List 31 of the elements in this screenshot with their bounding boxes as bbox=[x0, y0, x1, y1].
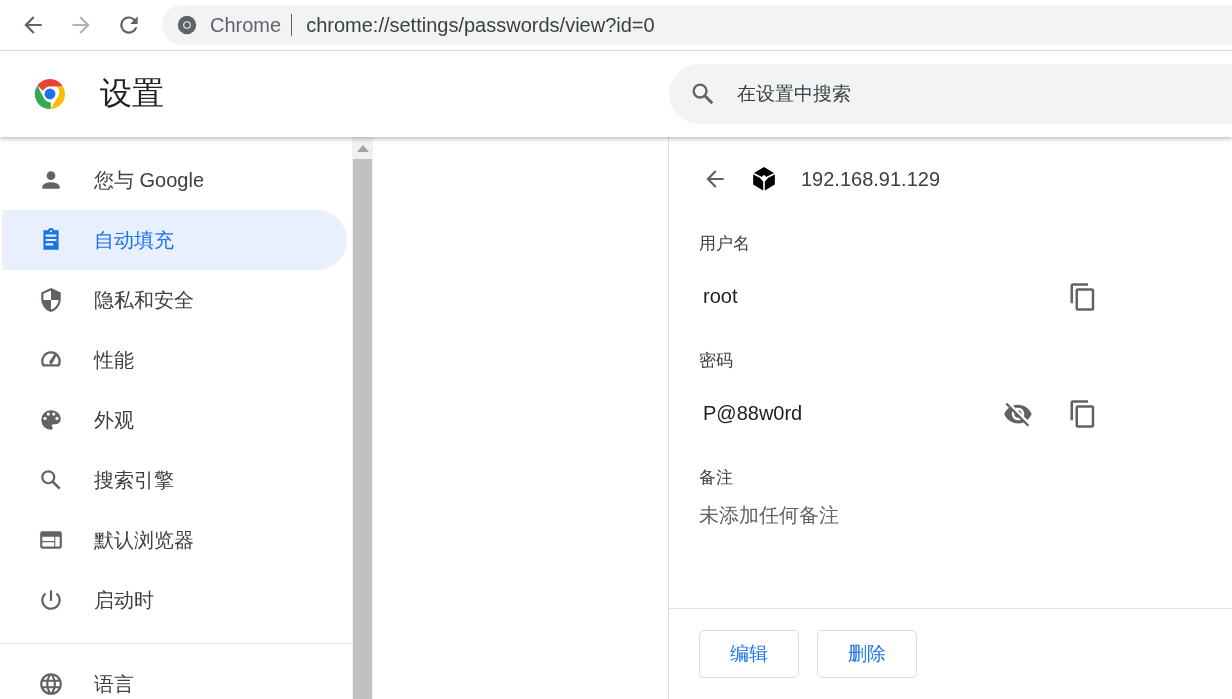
chrome-logo-icon bbox=[32, 76, 68, 112]
sidebar-item[interactable]: 自动填充 bbox=[2, 210, 347, 270]
search-field[interactable]: 在设置中搜索 bbox=[669, 64, 1232, 124]
site-title: 192.168.91.129 bbox=[801, 167, 941, 191]
sidebar-item[interactable]: 搜索引擎 bbox=[2, 450, 347, 510]
sidebar-item[interactable]: 启动时 bbox=[2, 570, 347, 630]
power-icon bbox=[38, 587, 64, 613]
field-label: 用户名 bbox=[699, 233, 751, 255]
password-value: P@88w0rd bbox=[702, 402, 804, 425]
shield-icon bbox=[38, 287, 64, 313]
sidebar-item[interactable]: 性能 bbox=[2, 330, 347, 390]
site-label: Chrome bbox=[210, 13, 282, 37]
sidebar-item[interactable]: 您与 Google bbox=[2, 150, 347, 210]
sidebar-item[interactable]: 默认浏览器 bbox=[2, 510, 347, 570]
chrome-logo-icon bbox=[176, 14, 198, 36]
field-label: 密码 bbox=[699, 350, 734, 372]
note-text: 未添加任何备注 bbox=[699, 503, 840, 528]
sidebar-item[interactable]: 隐私和安全 bbox=[2, 270, 347, 330]
action-button[interactable]: 编辑 bbox=[699, 630, 799, 678]
field-label: 备注 bbox=[699, 467, 734, 489]
palette-icon bbox=[38, 407, 64, 433]
address-bar[interactable]: Chrome chrome://settings/passwords/view?id=0 bbox=[162, 5, 1232, 45]
globe-icon bbox=[38, 671, 64, 697]
url-text: chrome://settings/passwords/view?id=0 bbox=[306, 13, 655, 37]
scrollbar[interactable] bbox=[352, 137, 373, 699]
sidebar-item[interactable]: 语言 bbox=[2, 654, 347, 699]
username-value: root bbox=[702, 285, 739, 308]
page-title: 设置 bbox=[100, 74, 164, 113]
action-button[interactable]: 删除 bbox=[817, 630, 917, 678]
cube-icon bbox=[751, 166, 777, 192]
sidebar-item[interactable]: 外观 bbox=[2, 390, 347, 450]
